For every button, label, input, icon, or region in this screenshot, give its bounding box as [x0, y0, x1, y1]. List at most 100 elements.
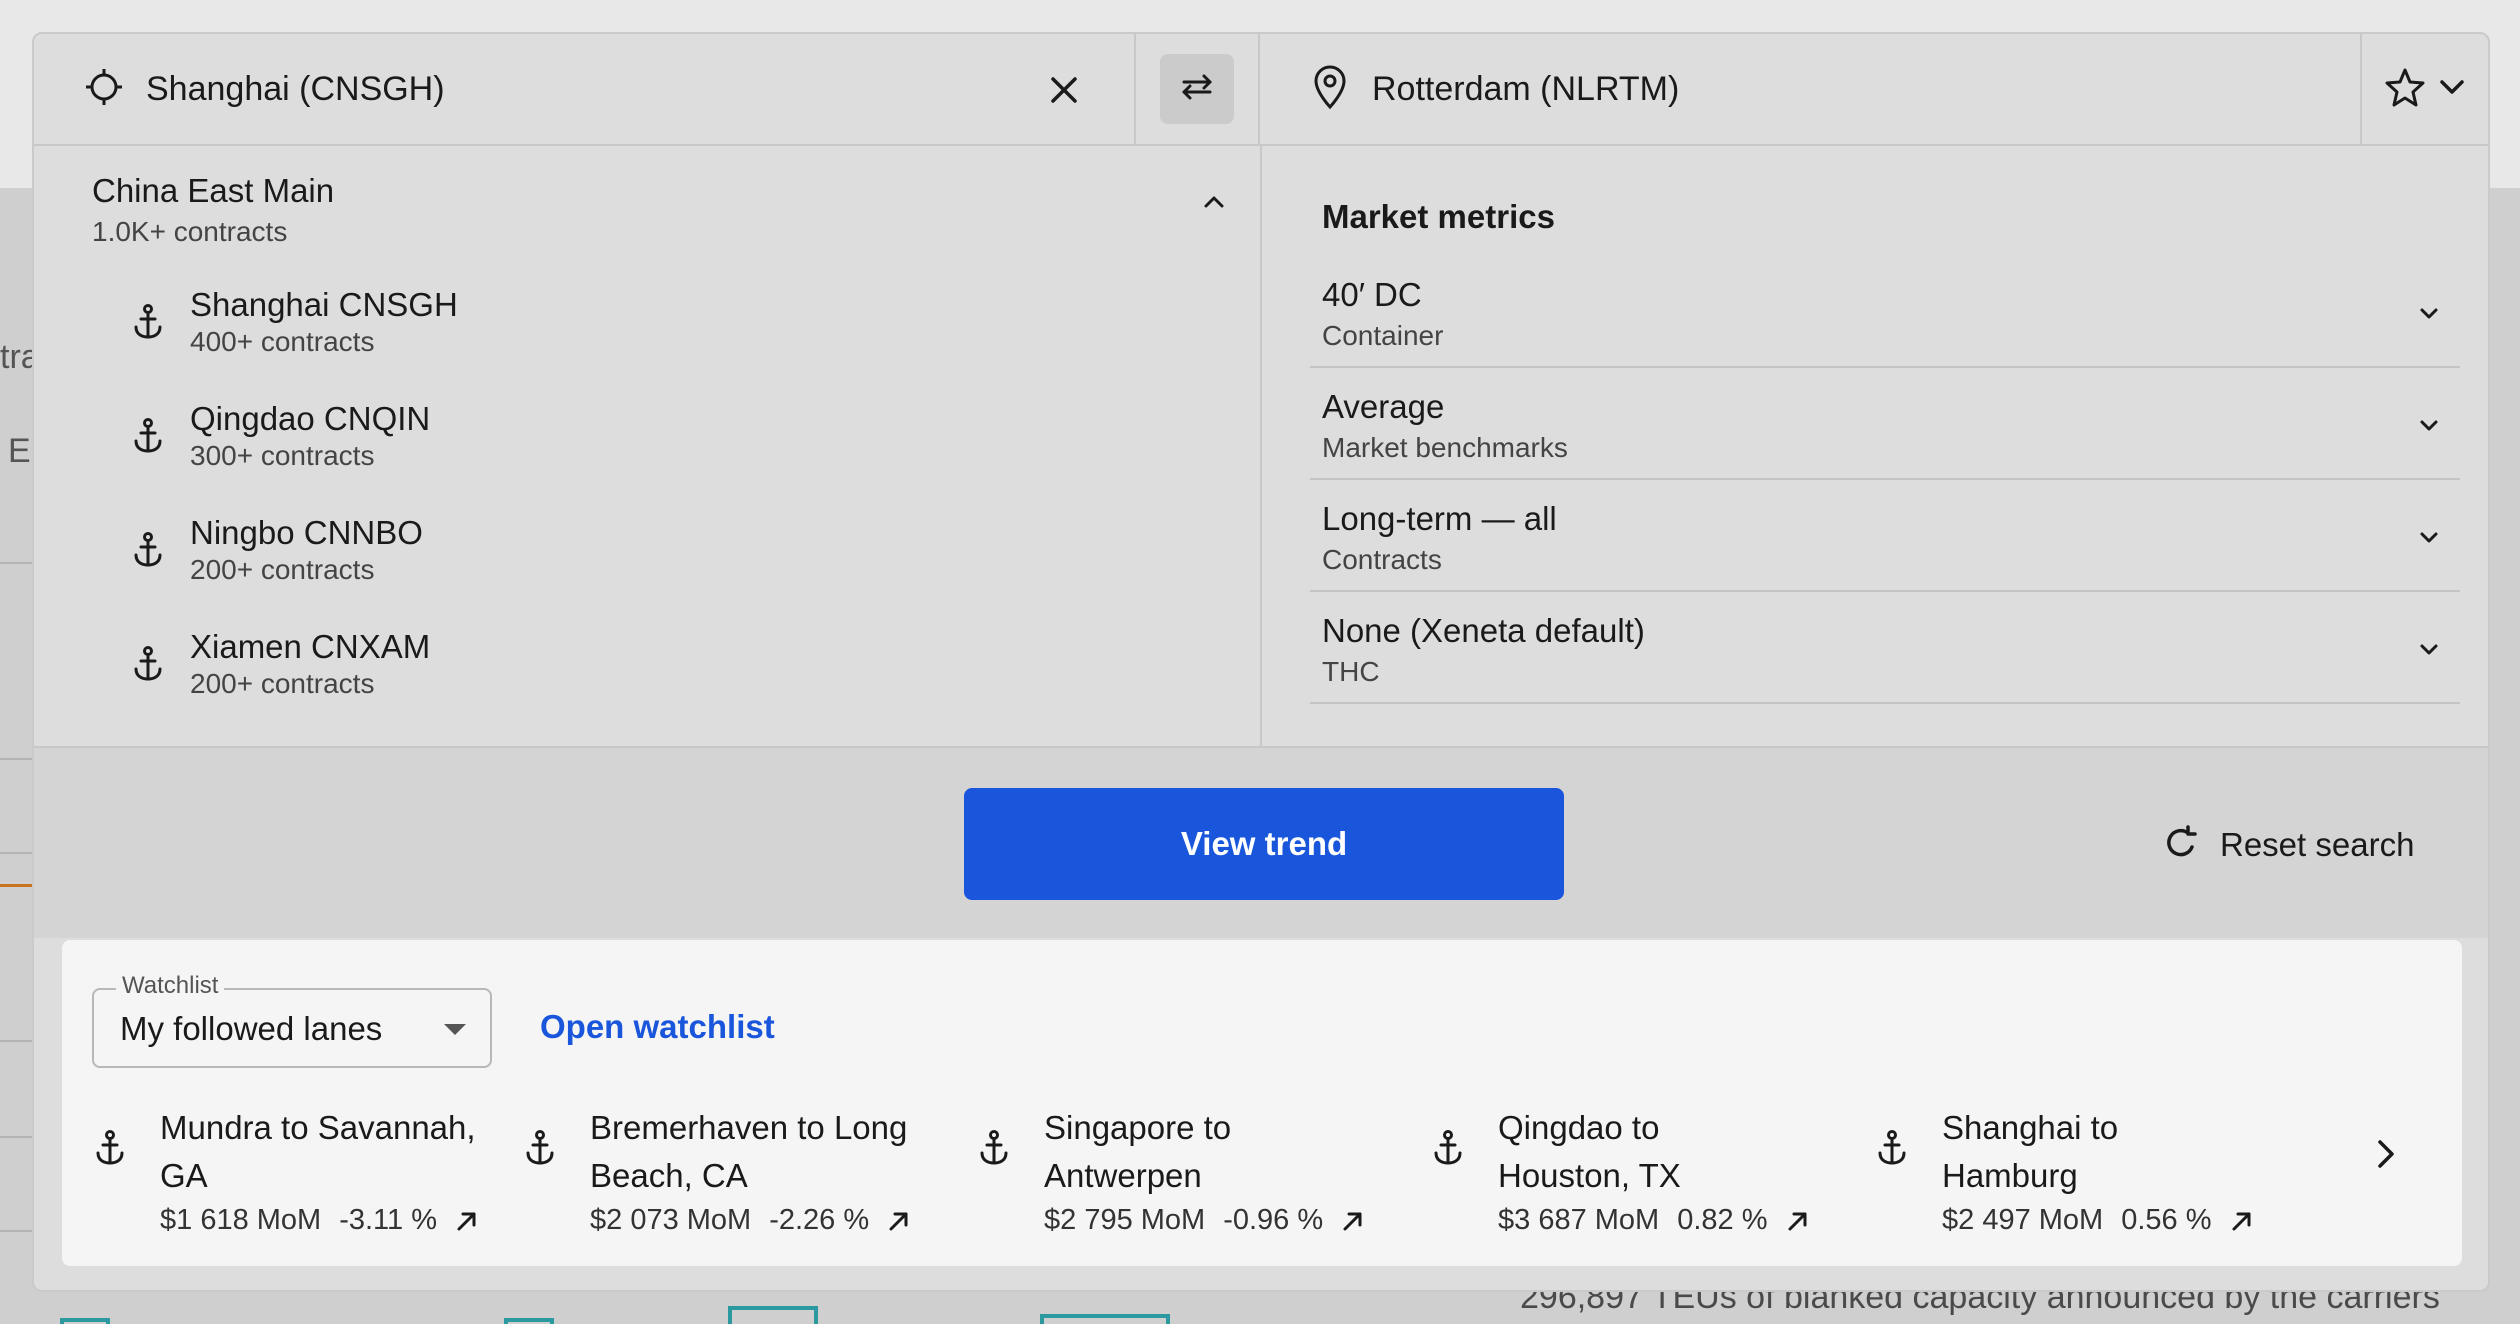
- watchlist-select-label: Watchlist: [116, 972, 225, 1000]
- anchor-icon: [522, 1128, 558, 1168]
- metric-value: Average: [1322, 388, 1445, 425]
- metric-contracts-select[interactable]: Long-term — all Contracts: [1310, 482, 2460, 592]
- anchor-icon: [1874, 1128, 1910, 1168]
- metric-value: None (Xeneta default): [1322, 612, 1645, 649]
- metric-value: 40′ DC: [1322, 276, 1422, 313]
- crosshair-icon: [84, 67, 124, 112]
- lane-name: Singapore to Antwerpen: [1044, 1109, 1232, 1194]
- market-metrics-title: Market metrics: [1322, 198, 1555, 235]
- metric-label: Contracts: [1322, 544, 1442, 575]
- lane-price: $2 073 MoM: [590, 1204, 752, 1236]
- metric-container-select[interactable]: 40′ DC Container: [1310, 258, 2460, 368]
- watchlist-section: Watchlist My followed lanes Open watchli…: [62, 940, 2462, 1266]
- location-name: Xiamen CNXAM: [190, 628, 431, 665]
- swap-field: [1136, 34, 1260, 144]
- anchor-icon: [1430, 1128, 1466, 1168]
- background-chart-bars: [0, 1300, 1200, 1324]
- watchlist-lane[interactable]: Singapore to Antwerpen $2 795 MoM -0.96 …: [976, 1104, 1365, 1237]
- open-watchlist-link[interactable]: Open watchlist: [540, 1008, 775, 1046]
- reset-icon: [2164, 824, 2200, 866]
- background-divider: [0, 562, 32, 564]
- anchor-icon: [130, 644, 166, 684]
- chevron-down-icon: [2414, 634, 2444, 664]
- watchlist-lane[interactable]: Mundra to Savannah, GA $1 618 MoM -3.11 …: [92, 1104, 480, 1237]
- arrow-up-right-icon: [455, 1209, 479, 1233]
- location-group-count: 1.0K+ contracts: [92, 216, 288, 247]
- search-bar: Shanghai (CNSGH) Rotterdam (NLRTM): [34, 34, 2488, 146]
- location-item[interactable]: Shanghai CNSGH 400+ contracts: [130, 286, 458, 358]
- metric-benchmark-select[interactable]: Average Market benchmarks: [1310, 370, 2460, 480]
- swap-locations-button[interactable]: [1160, 54, 1234, 124]
- watchlist-next-button[interactable]: [2366, 1134, 2406, 1174]
- arrow-up-right-icon: [1786, 1209, 1810, 1233]
- lane-price: $2 497 MoM: [1942, 1204, 2104, 1236]
- background-divider: [0, 1136, 32, 1138]
- chevron-down-icon: [2414, 522, 2444, 552]
- background-divider: [0, 1230, 32, 1232]
- metric-value: Long-term — all: [1322, 500, 1557, 537]
- anchor-icon: [130, 530, 166, 570]
- arrow-up-right-icon: [2230, 1209, 2254, 1233]
- metric-thc-select[interactable]: None (Xeneta default) THC: [1310, 594, 2460, 704]
- lane-name: Shanghai to Hamburg: [1942, 1109, 2119, 1194]
- location-count: 200+ contracts: [190, 668, 375, 699]
- lane-name: Qingdao to Houston, TX: [1498, 1109, 1681, 1194]
- metric-label: Container: [1322, 320, 1444, 351]
- lane-name: Mundra to Savannah, GA: [160, 1109, 476, 1194]
- location-item[interactable]: Qingdao CNQIN 300+ contracts: [130, 400, 430, 472]
- lane-change: 0.82 %: [1677, 1204, 1768, 1236]
- destination-value: Rotterdam (NLRTM): [1372, 69, 1680, 108]
- lane-change: -2.26 %: [769, 1204, 870, 1236]
- anchor-icon: [92, 1128, 128, 1168]
- chevron-down-icon: [2414, 298, 2444, 328]
- background-divider: [0, 1040, 32, 1042]
- background-divider: [0, 852, 32, 854]
- view-trend-button[interactable]: View trend: [964, 788, 1564, 900]
- watchlist-select-value: My followed lanes: [120, 1010, 383, 1047]
- arrow-up-right-icon: [1341, 1209, 1365, 1233]
- metric-label: Market benchmarks: [1322, 432, 1568, 463]
- lane-search-panel: Shanghai (CNSGH) Rotterdam (NLRTM) China…: [32, 32, 2490, 1292]
- location-name: Qingdao CNQIN: [190, 400, 431, 437]
- lane-price: $2 795 MoM: [1044, 1204, 1206, 1236]
- location-name: Shanghai CNSGH: [190, 286, 458, 323]
- lane-change: -0.96 %: [1223, 1204, 1324, 1236]
- lane-name: Bremerhaven to Long Beach, CA: [590, 1109, 908, 1194]
- lane-price: $1 618 MoM: [160, 1204, 322, 1236]
- watchlist-select[interactable]: Watchlist My followed lanes: [92, 972, 492, 1068]
- caret-down-icon: [444, 1024, 466, 1035]
- location-group-title: China East Main: [92, 172, 335, 209]
- location-list: China East Main 1.0K+ contracts Shanghai…: [34, 146, 1262, 746]
- lane-change: -3.11 %: [339, 1204, 437, 1236]
- destination-field[interactable]: Rotterdam (NLRTM): [1260, 34, 2362, 144]
- reset-search-label: Reset search: [2220, 826, 2415, 863]
- location-item[interactable]: Xiamen CNXAM 200+ contracts: [130, 628, 430, 700]
- location-item[interactable]: Ningbo CNNBO 200+ contracts: [130, 514, 423, 586]
- clear-origin-button[interactable]: [1044, 70, 1084, 110]
- chevron-down-icon: [2414, 410, 2444, 440]
- origin-field[interactable]: Shanghai (CNSGH): [34, 34, 1136, 144]
- watchlist-lane[interactable]: Bremerhaven to Long Beach, CA $2 073 MoM…: [522, 1104, 911, 1237]
- lane-price: $3 687 MoM: [1498, 1204, 1660, 1236]
- swap-arrows-icon: [1180, 72, 1214, 107]
- chevron-down-icon: [2439, 78, 2465, 101]
- location-count: 300+ contracts: [190, 440, 375, 471]
- anchor-icon: [976, 1128, 1012, 1168]
- watchlist-lane[interactable]: Qingdao to Houston, TX $3 687 MoM 0.82 %: [1430, 1104, 1810, 1237]
- arrow-up-right-icon: [887, 1209, 911, 1233]
- favorites-dropdown[interactable]: [2362, 34, 2488, 144]
- location-group-header[interactable]: China East Main 1.0K+ contracts: [92, 172, 334, 248]
- map-pin-icon: [1310, 64, 1350, 115]
- background-divider: [0, 758, 32, 760]
- anchor-icon: [130, 302, 166, 342]
- anchor-icon: [130, 416, 166, 456]
- lane-change: 0.56 %: [2121, 1204, 2212, 1236]
- location-name: Ningbo CNNBO: [190, 514, 423, 551]
- action-bar: View trend Reset search: [34, 746, 2488, 938]
- reset-search-button[interactable]: Reset search: [2164, 820, 2414, 870]
- collapse-group-button[interactable]: [1198, 186, 1230, 218]
- metric-label: THC: [1322, 656, 1380, 687]
- star-icon: [2385, 67, 2425, 112]
- location-count: 200+ contracts: [190, 554, 375, 585]
- watchlist-lane[interactable]: Shanghai to Hamburg $2 497 MoM 0.56 %: [1874, 1104, 2254, 1237]
